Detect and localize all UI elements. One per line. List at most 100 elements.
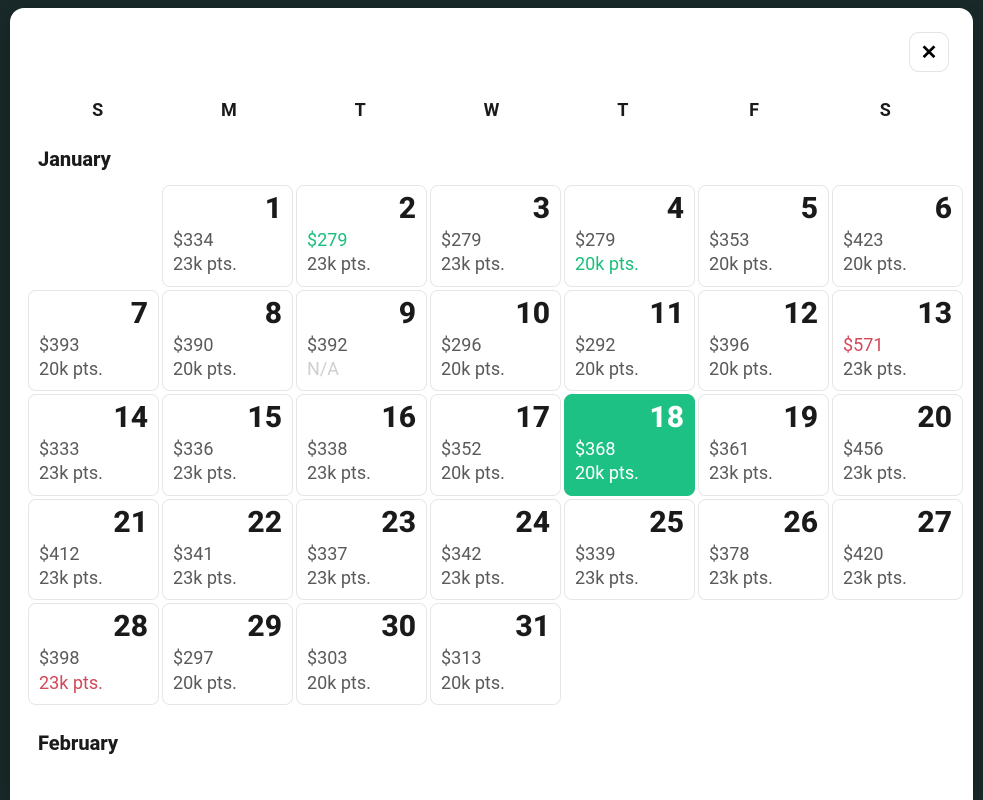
day-price: $342 [441, 543, 550, 567]
day-price: $420 [843, 543, 952, 567]
calendar-cell[interactable]: 27$42023k pts. [832, 499, 963, 601]
month-grid [28, 769, 965, 800]
calendar-cell[interactable]: 21$41223k pts. [28, 499, 159, 601]
calendar-cell[interactable]: 13$57123k pts. [832, 290, 963, 392]
day-price: $296 [441, 334, 550, 358]
day-price: $393 [39, 334, 148, 358]
day-points: 23k pts. [575, 567, 684, 591]
day-number: 1 [173, 192, 282, 225]
day-number: 17 [441, 401, 550, 434]
calendar-cell-empty [28, 769, 159, 800]
calendar-cell[interactable]: 30$30320k pts. [296, 603, 427, 705]
day-number: 2 [307, 192, 416, 225]
calendar-cell[interactable]: 26$37823k pts. [698, 499, 829, 601]
calendar-cell[interactable]: 18$36820k pts. [564, 394, 695, 496]
calendar-cell-empty [430, 769, 561, 800]
day-points: 23k pts. [39, 462, 148, 486]
day-price: $336 [173, 438, 282, 462]
calendar-cell[interactable]: 10 $29620k pts. [430, 290, 561, 392]
day-points: 20k pts. [441, 358, 550, 382]
calendar-cell[interactable]: 15$33623k pts. [162, 394, 293, 496]
calendar-cell[interactable]: 5$35320k pts. [698, 185, 829, 287]
day-number: 20 [843, 401, 952, 434]
calendar-cell[interactable]: 11 $29220k pts. [564, 290, 695, 392]
calendar-cell[interactable]: 16$33823k pts. [296, 394, 427, 496]
month-label: February [28, 719, 965, 769]
day-points: 23k pts. [307, 567, 416, 591]
day-points: 20k pts. [173, 358, 282, 382]
day-number: 21 [39, 506, 148, 539]
calendar-cell[interactable]: 12$39620k pts. [698, 290, 829, 392]
day-price: $292 [575, 334, 684, 358]
day-number: 23 [307, 506, 416, 539]
day-points: 23k pts. [843, 358, 952, 382]
calendar-cell-empty [28, 185, 159, 287]
day-price: $361 [709, 438, 818, 462]
day-number: 10 [441, 297, 550, 330]
calendar-cell[interactable]: 3$27923k pts. [430, 185, 561, 287]
day-price: $396 [709, 334, 818, 358]
calendar-cell[interactable]: 25$33923k pts. [564, 499, 695, 601]
day-points: 23k pts. [441, 253, 550, 277]
day-number: 16 [307, 401, 416, 434]
calendar-cell[interactable]: 8$39020k pts. [162, 290, 293, 392]
day-number: 7 [39, 297, 148, 330]
calendar-cell[interactable]: 19$36123k pts. [698, 394, 829, 496]
calendar-cell[interactable]: 23 $33723k pts. [296, 499, 427, 601]
day-number: 11 [575, 297, 684, 330]
calendar-cell[interactable]: 9$392N/A [296, 290, 427, 392]
close-icon: ✕ [921, 40, 938, 65]
calendar-cell[interactable]: 31 $31320k pts. [430, 603, 561, 705]
day-points: 20k pts. [39, 358, 148, 382]
calendar-cell[interactable]: 6 $42320k pts. [832, 185, 963, 287]
calendar-cell[interactable]: 2$27923k pts. [296, 185, 427, 287]
day-price: $303 [307, 647, 416, 671]
day-points: 20k pts. [173, 672, 282, 696]
weekday-label: F [688, 100, 819, 121]
day-number: 27 [843, 506, 952, 539]
calendar-cell[interactable]: 14$33323k pts. [28, 394, 159, 496]
day-number: 6 [843, 192, 952, 225]
day-number: 5 [709, 192, 818, 225]
day-number: 8 [173, 297, 282, 330]
day-price: $423 [843, 229, 952, 253]
day-number: 15 [173, 401, 282, 434]
day-points: 20k pts. [575, 253, 684, 277]
calendar-cell[interactable]: 1$33423k pts. [162, 185, 293, 287]
day-price: $353 [709, 229, 818, 253]
close-button[interactable]: ✕ [909, 32, 949, 72]
calendar-cell[interactable]: 7 $39320k pts. [28, 290, 159, 392]
day-price: $337 [307, 543, 416, 567]
day-number: 22 [173, 506, 282, 539]
calendar-modal: ✕ SMTWTFS January1$33423k pts.2$27923k p… [10, 8, 973, 800]
calendar-cell[interactable]: 20$45623k pts. [832, 394, 963, 496]
day-number: 28 [39, 610, 148, 643]
day-points: 20k pts. [441, 672, 550, 696]
day-number: 12 [709, 297, 818, 330]
day-number: 24 [441, 506, 550, 539]
weekday-label: W [426, 100, 557, 121]
calendar-cell[interactable]: 17$35220k pts. [430, 394, 561, 496]
day-number: 31 [441, 610, 550, 643]
day-points: 23k pts. [39, 567, 148, 591]
day-price: $392 [307, 334, 416, 358]
day-points: 23k pts. [709, 567, 818, 591]
calendar-cell[interactable]: 4$27920k pts. [564, 185, 695, 287]
day-points: 20k pts. [575, 358, 684, 382]
day-number: 18 [575, 401, 684, 434]
day-price: $313 [441, 647, 550, 671]
day-number: 14 [39, 401, 148, 434]
calendar-cell[interactable]: 24$34223k pts. [430, 499, 561, 601]
day-points: 20k pts. [575, 462, 684, 486]
weekday-label: S [820, 100, 951, 121]
month-label: January [28, 135, 965, 185]
calendar-cell[interactable]: 22$34123k pts. [162, 499, 293, 601]
day-number: 25 [575, 506, 684, 539]
day-price: $341 [173, 543, 282, 567]
calendar-scroll-area[interactable]: January1$33423k pts.2$27923k pts.3$27923… [10, 135, 973, 800]
day-points: 23k pts. [307, 462, 416, 486]
day-price: $456 [843, 438, 952, 462]
calendar-cell[interactable]: 28$39823k pts. [28, 603, 159, 705]
day-points: 20k pts. [843, 253, 952, 277]
calendar-cell[interactable]: 29$29720k pts. [162, 603, 293, 705]
